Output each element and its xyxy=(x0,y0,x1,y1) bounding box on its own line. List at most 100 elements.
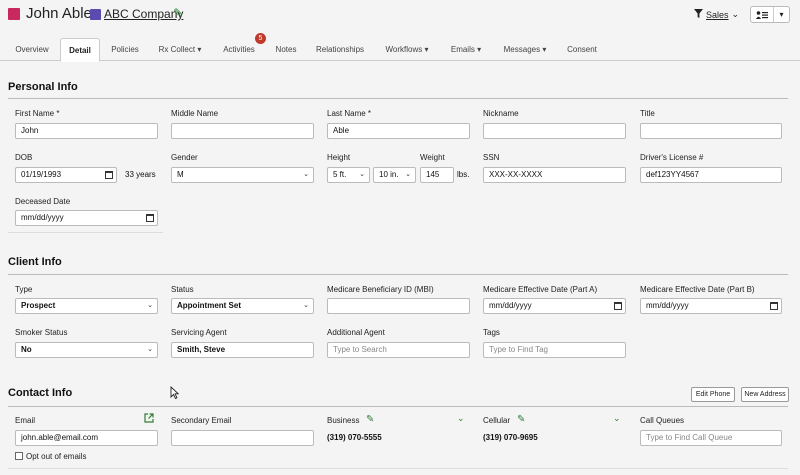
dob-label: DOB xyxy=(15,153,33,162)
edit-phone-button[interactable]: Edit Phone xyxy=(691,387,735,402)
client-info-title: Client Info xyxy=(8,256,62,268)
chevron-down-icon: ⌄ xyxy=(147,346,153,353)
smoker-status-select[interactable]: No ⌄ xyxy=(15,342,158,358)
chevron-down-icon: ▾ xyxy=(477,45,482,54)
mbi-input[interactable] xyxy=(327,298,470,314)
section-divider xyxy=(8,98,788,99)
deceased-date-label: Deceased Date xyxy=(15,197,71,206)
opt-out-checkbox[interactable] xyxy=(15,452,23,460)
status-label: Status xyxy=(171,285,194,294)
part-a-date-input[interactable]: mm/dd/yyyy xyxy=(483,298,626,314)
pencil-icon[interactable]: ✎ xyxy=(517,414,525,425)
weight-input[interactable]: 145 xyxy=(420,167,454,183)
first-name-input[interactable]: John xyxy=(15,123,158,139)
list-menu-button[interactable]: ▾ xyxy=(750,6,790,23)
chevron-down-icon[interactable]: ⌄ xyxy=(613,413,621,424)
title-label: Title xyxy=(640,109,655,118)
middle-name-input[interactable] xyxy=(171,123,314,139)
tab-workflows[interactable]: Workflows ▾ xyxy=(378,38,436,61)
smoker-status-value: No xyxy=(21,345,32,354)
gender-select[interactable]: M ⌄ xyxy=(171,167,314,183)
chevron-down-icon: ▾ xyxy=(424,45,429,54)
dob-input[interactable]: 01/19/1993 xyxy=(15,167,117,183)
tab-consent[interactable]: Consent xyxy=(560,38,604,61)
deceased-date-input[interactable]: mm/dd/yyyy xyxy=(15,210,158,226)
business-phone-label: Business xyxy=(327,416,360,425)
chevron-down-icon: ⌄ xyxy=(731,9,740,19)
ssn-input[interactable]: XXX-XX-XXXX xyxy=(483,167,626,183)
tags-search[interactable]: Type to Find Tag xyxy=(483,342,626,358)
tab-notes[interactable]: Notes xyxy=(270,38,302,61)
height-label: Height xyxy=(327,153,351,162)
new-address-button[interactable]: New Address xyxy=(741,387,789,402)
business-phone-value: (319) 070-5555 xyxy=(327,433,382,442)
ssn-label: SSN xyxy=(483,153,500,162)
tab-relationships[interactable]: Relationships xyxy=(308,38,372,61)
tab-policies[interactable]: Policies xyxy=(104,38,146,61)
servicing-agent-label: Servicing Agent xyxy=(171,328,227,337)
chevron-down-icon: ▾ xyxy=(197,45,202,54)
chevron-down-icon: ⌄ xyxy=(147,302,153,309)
calendar-icon[interactable] xyxy=(105,171,113,179)
company-link[interactable]: ABC Company xyxy=(104,7,183,21)
calendar-icon[interactable] xyxy=(770,302,778,310)
caret-down-icon: ▾ xyxy=(779,10,784,19)
section-divider xyxy=(8,468,788,469)
section-divider xyxy=(8,406,788,407)
calendar-icon[interactable] xyxy=(614,302,622,310)
mouse-cursor-icon xyxy=(170,385,180,402)
status-select[interactable]: Appointment Set ⌄ xyxy=(171,298,314,314)
last-name-input[interactable]: Able xyxy=(327,123,470,139)
pencil-icon[interactable]: ✎ xyxy=(173,6,183,20)
tab-bar: Overview Detail Policies Rx Collect ▾ Ac… xyxy=(0,33,800,62)
part-b-date-value: mm/dd/yyyy xyxy=(646,301,689,310)
additional-agent-label: Additional Agent xyxy=(327,328,385,337)
company-color-swatch xyxy=(90,9,101,20)
drivers-license-label: Driver's License # xyxy=(640,153,704,162)
last-name-label: Last Name * xyxy=(327,109,372,118)
personal-info-title: Personal Info xyxy=(8,81,78,93)
height-feet-value: 5 ft. xyxy=(333,170,347,179)
cellular-phone-label: Cellular xyxy=(483,416,511,425)
sales-dropdown[interactable]: Sales ⌄ xyxy=(694,9,739,20)
client-name: John Able xyxy=(26,5,92,22)
chevron-down-icon[interactable]: ⌄ xyxy=(457,413,465,424)
cellular-phone-value: (319) 070-9695 xyxy=(483,433,538,442)
tab-workflows-label: Workflows xyxy=(385,45,423,54)
part-b-date-input[interactable]: mm/dd/yyyy xyxy=(640,298,782,314)
external-link-icon[interactable] xyxy=(144,413,154,426)
email-input[interactable]: john.able@email.com xyxy=(15,430,158,446)
calendar-icon[interactable] xyxy=(146,214,154,222)
tab-rx-collect[interactable]: Rx Collect ▾ xyxy=(152,38,208,61)
smoker-status-label: Smoker Status xyxy=(15,328,68,337)
servicing-agent-input[interactable]: Smith, Steve xyxy=(171,342,314,358)
dob-value: 01/19/1993 xyxy=(21,170,62,179)
section-divider xyxy=(8,274,788,275)
first-name-label: First Name * xyxy=(15,109,60,118)
chevron-down-icon: ⌄ xyxy=(303,302,309,309)
email-label: Email xyxy=(15,416,36,425)
tab-activities[interactable]: Activities 5 xyxy=(214,33,266,61)
tab-overview[interactable]: Overview xyxy=(10,38,54,61)
title-input[interactable] xyxy=(640,123,782,139)
height-inches-select[interactable]: 10 in. ⌄ xyxy=(373,167,416,183)
tab-emails[interactable]: Emails ▾ xyxy=(442,38,490,61)
pencil-icon[interactable]: ✎ xyxy=(366,414,374,425)
secondary-email-input[interactable] xyxy=(171,430,314,446)
drivers-license-input[interactable]: def123YY4567 xyxy=(640,167,782,183)
tags-label: Tags xyxy=(483,328,500,337)
additional-agent-search[interactable]: Type to Search xyxy=(327,342,470,358)
type-select[interactable]: Prospect ⌄ xyxy=(15,298,158,314)
type-value: Prospect xyxy=(21,301,56,310)
part-b-date-label: Medicare Effective Date (Part B) xyxy=(640,285,755,294)
height-feet-select[interactable]: 5 ft. ⌄ xyxy=(327,167,370,183)
chevron-down-icon: ⌄ xyxy=(405,171,411,178)
height-inches-value: 10 in. xyxy=(379,170,399,179)
opt-out-label: Opt out of emails xyxy=(26,452,87,461)
nickname-input[interactable] xyxy=(483,123,626,139)
tab-messages[interactable]: Messages ▾ xyxy=(496,38,554,61)
call-queues-label: Call Queues xyxy=(640,416,685,425)
tab-detail[interactable]: Detail xyxy=(60,38,100,62)
call-queues-search[interactable]: Type to Find Call Queue xyxy=(640,430,782,446)
weight-unit: lbs. xyxy=(457,170,470,179)
